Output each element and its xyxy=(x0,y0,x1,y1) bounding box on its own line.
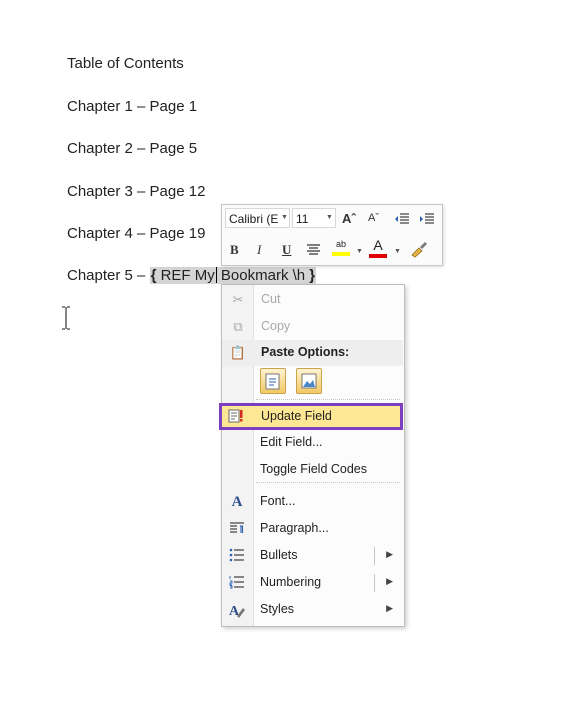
ref-field-code[interactable]: { REF My Bookmark \h } xyxy=(149,267,317,284)
font-color-icon[interactable]: A xyxy=(368,238,388,260)
menu-item-label: Update Field xyxy=(261,409,332,423)
toc-heading: Table of Contents xyxy=(67,55,184,72)
chapter-4-line: Chapter 4 – Page 19 xyxy=(67,225,206,242)
paste-keep-formatting-button[interactable] xyxy=(260,368,286,394)
font-name-dropdown-icon[interactable]: ▼ xyxy=(281,214,288,221)
increase-indent-icon[interactable] xyxy=(419,212,435,226)
copy-icon: ⧉ xyxy=(233,319,243,334)
chapter-2-line: Chapter 2 – Page 5 xyxy=(67,140,198,157)
field-code-text-b: Bookmark \h xyxy=(216,267,310,284)
menu-item-label: Paste Options: xyxy=(261,345,350,359)
italic-button[interactable]: I xyxy=(257,242,261,258)
paste-picture-icon xyxy=(301,373,317,389)
paste-icon: 📋 xyxy=(229,345,247,360)
chapter-3-line: Chapter 3 – Page 12 xyxy=(67,183,206,200)
menu-item-cut[interactable]: ✂ Cut xyxy=(222,287,404,313)
mini-toolbar: Calibri (E ▼ 11 ▼ Aˆ Aˇ B I U ab ▼ A ▼ xyxy=(221,204,443,266)
paste-picture-button[interactable] xyxy=(296,368,322,394)
field-close-brace: } xyxy=(309,267,316,284)
shrink-font-icon[interactable]: Aˇ xyxy=(368,212,379,224)
menu-item-update-field[interactable]: Update Field xyxy=(219,403,403,430)
format-painter-icon[interactable] xyxy=(409,240,429,258)
grow-font-icon[interactable]: Aˆ xyxy=(342,211,356,226)
menu-item-label: Copy xyxy=(261,319,291,333)
scissors-icon: ✂ xyxy=(232,292,244,307)
highlight-dropdown-icon[interactable]: ▼ xyxy=(356,248,363,255)
center-align-icon[interactable] xyxy=(306,243,321,256)
menu-item-label: Cut xyxy=(261,292,281,306)
text-highlight-icon[interactable]: ab xyxy=(330,239,352,259)
update-field-icon xyxy=(227,408,245,424)
font-color-swatch xyxy=(369,254,387,258)
ibeam-cursor-icon xyxy=(62,306,70,330)
font-color-dropdown-icon[interactable]: ▼ xyxy=(394,248,401,255)
menu-separator xyxy=(256,399,400,400)
chapter-1-line: Chapter 1 – Page 1 xyxy=(67,98,198,115)
menu-separator xyxy=(256,482,400,483)
font-size-dropdown-icon[interactable]: ▼ xyxy=(326,214,333,221)
paste-options-header: 📋 Paste Options: xyxy=(222,340,403,366)
decrease-indent-icon[interactable] xyxy=(394,212,410,226)
chapter-5-prefix: Chapter 5 – xyxy=(67,267,150,284)
menu-item-copy[interactable]: ⧉ Copy xyxy=(222,314,404,340)
bold-button[interactable]: B xyxy=(230,242,239,258)
context-menu: ✂ Cut ⧉ Copy 📋 Paste Options: xyxy=(221,284,405,627)
highlight-color-swatch xyxy=(332,252,350,256)
paste-keep-formatting-icon xyxy=(265,373,280,390)
chapter-5-line: Chapter 5 – { REF My Bookmark \h } xyxy=(67,267,317,284)
field-code-text-a: REF My xyxy=(156,267,215,284)
underline-button[interactable]: U xyxy=(282,242,291,258)
